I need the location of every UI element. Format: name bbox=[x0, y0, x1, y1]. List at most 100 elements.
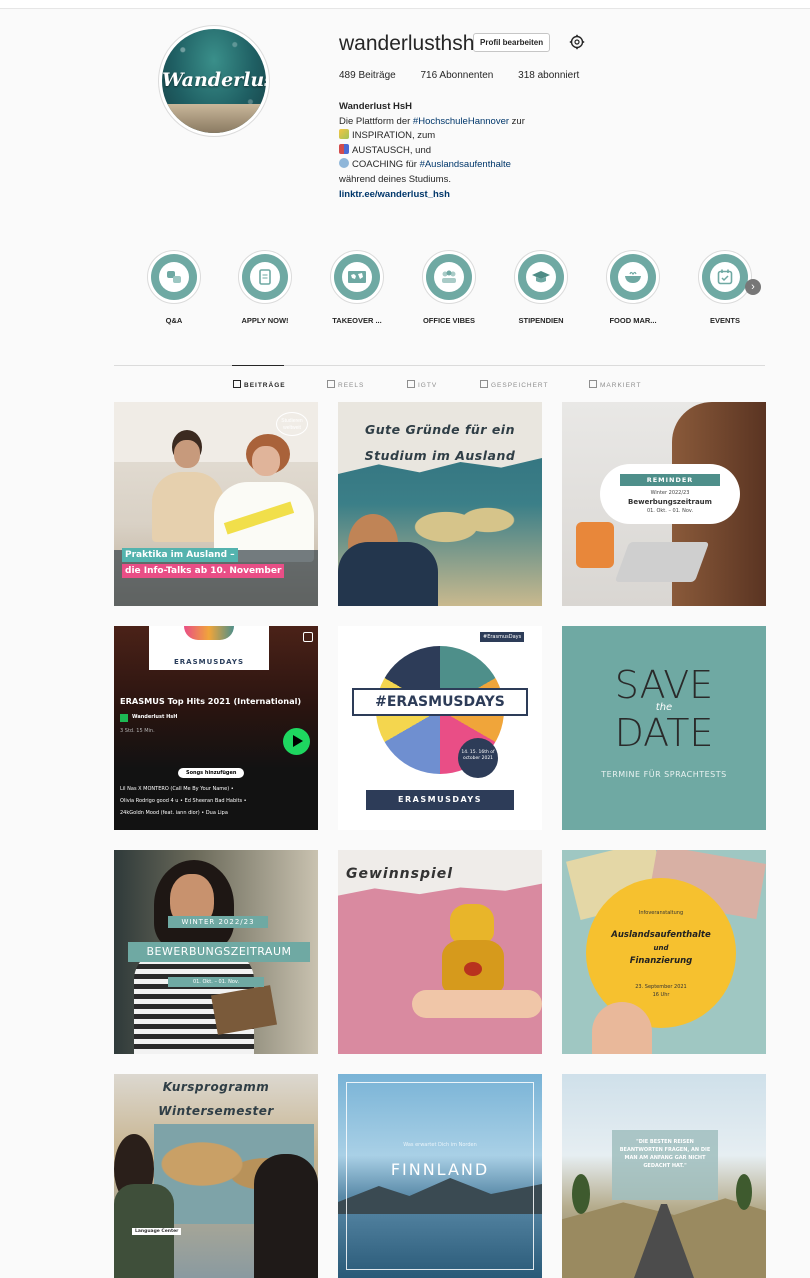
post-caption: BEWERBUNGSZEITRAUM bbox=[128, 942, 310, 962]
settings-gear-icon[interactable] bbox=[569, 34, 585, 50]
hashtag-link[interactable]: #Auslandsaufenthalte bbox=[420, 159, 511, 170]
track-list: 24kGoldn Mood (feat. iann dior) • Dua Li… bbox=[120, 810, 228, 816]
highlight-label: Q&A bbox=[165, 316, 183, 325]
bio-line5: während deines Studiums. bbox=[339, 173, 451, 185]
post-caption: Gute Gründe für ein bbox=[365, 422, 515, 437]
highlight-stipendien[interactable]: STIPENDIEN bbox=[511, 250, 571, 325]
post-caption: TERMINE FÜR SPRACHTESTS bbox=[601, 770, 727, 779]
post-gewinnspiel[interactable]: Gewinnspiel bbox=[338, 850, 542, 1054]
post-caption: 01. Okt. – 01. Nov. bbox=[646, 508, 694, 514]
document-icon bbox=[259, 269, 271, 285]
active-tab-indicator bbox=[232, 365, 284, 366]
highlight-takeover[interactable]: TAKEOVER ... bbox=[327, 250, 387, 325]
qa-icon bbox=[167, 271, 181, 283]
post-footer: ERASMUSDAYS bbox=[366, 790, 514, 810]
post-quote-text: "DIE BESTEN REISEN BEANTWORTEN FRAGEN, A… bbox=[612, 1130, 718, 1200]
profile-stats: 489 Beiträge 716 Abonnenten 318 abonnier… bbox=[339, 70, 601, 81]
bio-line1-prefix: Die Plattform der bbox=[339, 115, 413, 127]
highlight-label: OFFICE VIBES bbox=[422, 316, 476, 325]
post-erasmusdays[interactable]: #ErasmusDays #ERASMUSDAYS 14. 15. 16th o… bbox=[338, 626, 542, 830]
playlist-meta: 3 Std. 15 Min. bbox=[120, 728, 155, 734]
playlist-owner: Wanderlust HsH bbox=[132, 714, 178, 720]
tab-label: IGTV bbox=[418, 382, 438, 389]
avatar-logo-text: Wanderlust bbox=[162, 68, 266, 91]
people-icon bbox=[442, 270, 456, 283]
post-banner: #ERASMUSDAYS bbox=[352, 688, 528, 716]
post-finanzierung[interactable]: Infoveranstaltung Auslandsaufenthalte un… bbox=[562, 850, 766, 1054]
post-caption: Studium im Ausland bbox=[364, 448, 516, 463]
post-kursprogramm[interactable]: Kursprogramm Wintersemester Language Cen… bbox=[114, 1074, 318, 1278]
edit-profile-button[interactable]: Profil bearbeiten bbox=[473, 33, 551, 52]
profile-bio: Wanderlust HsH Die Plattform der #Hochsc… bbox=[339, 100, 525, 202]
following-count[interactable]: 318 abonniert bbox=[518, 70, 579, 81]
highlight-office-vibes[interactable]: OFFICE VIBES bbox=[419, 250, 479, 325]
post-badge: Studieren weltweit bbox=[276, 412, 308, 436]
tab-label: BEITRÄGE bbox=[244, 382, 286, 389]
post-gute-gruende[interactable]: Gute Gründe für ein Studium im Ausland bbox=[338, 402, 542, 606]
people-emoji-icon bbox=[339, 143, 349, 154]
tab-label: GESPEICHERT bbox=[491, 382, 549, 389]
post-caption: 16 Uhr bbox=[652, 992, 670, 998]
bio-line4-prefix: COACHING für bbox=[352, 159, 420, 171]
post-caption: Infoveranstaltung bbox=[638, 910, 684, 916]
post-caption: Winter 2022/23 bbox=[650, 490, 690, 496]
post-save-the-date[interactable]: SAVE the DATE TERMINE FÜR SPRACHTESTS bbox=[562, 626, 766, 830]
highlight-food-market[interactable]: FOOD MAR... bbox=[603, 250, 663, 325]
post-caption: Language Center bbox=[132, 1228, 182, 1235]
highlight-qa[interactable]: Q&A bbox=[144, 250, 204, 325]
food-bowl-icon bbox=[625, 271, 641, 283]
highlight-apply-now[interactable]: APPLY NOW! bbox=[235, 250, 295, 325]
post-praktika[interactable]: Studieren weltweit Praktika im Ausland –… bbox=[114, 402, 318, 606]
post-bewerbungszeitraum[interactable]: WINTER 2022/23 BEWERBUNGSZEITRAUM 01. Ok… bbox=[114, 850, 318, 1054]
post-erasmus-playlist[interactable]: ERASMUSDAYS ERASMUS Top Hits 2021 (Inter… bbox=[114, 626, 318, 830]
post-caption: Was erwartet Dich im Norden bbox=[403, 1142, 477, 1148]
post-caption: die Info-Talks ab 10. November bbox=[122, 564, 285, 578]
post-caption: 23. September 2021 bbox=[635, 984, 687, 990]
grid-icon bbox=[233, 380, 241, 388]
post-tag: #ErasmusDays bbox=[480, 632, 525, 642]
bio-website-link[interactable]: linktr.ee/wanderlust_hsh bbox=[339, 188, 525, 203]
bio-line3: AUSTAUSCH, und bbox=[352, 144, 432, 156]
tab-tagged[interactable]: MARKIERT bbox=[589, 380, 641, 389]
highlight-label: TAKEOVER ... bbox=[332, 316, 382, 325]
bio-line1-suffix: zur bbox=[509, 115, 525, 127]
highlight-label: EVENTS bbox=[709, 316, 740, 325]
tab-posts[interactable]: BEITRÄGE bbox=[233, 380, 286, 389]
tab-igtv[interactable]: IGTV bbox=[407, 380, 437, 389]
chevron-right-icon[interactable]: › bbox=[745, 279, 761, 295]
followers-count[interactable]: 716 Abonnenten bbox=[421, 70, 494, 81]
tabs-divider bbox=[114, 365, 765, 366]
post-caption: Gewinnspiel bbox=[346, 866, 454, 882]
tab-saved[interactable]: GESPEICHERT bbox=[480, 380, 548, 389]
post-header: ERASMUSDAYS bbox=[174, 658, 244, 666]
post-caption: Wintersemester bbox=[158, 1104, 274, 1118]
post-caption: WINTER 2022/23 bbox=[168, 916, 268, 928]
hashtag-link[interactable]: #HochschuleHannover bbox=[413, 116, 509, 127]
magnifier-emoji-icon bbox=[339, 158, 349, 169]
calendar-icon bbox=[717, 269, 733, 285]
igtv-icon bbox=[407, 380, 415, 388]
profile-avatar[interactable]: Wanderlust bbox=[158, 25, 270, 137]
bookmark-icon bbox=[480, 380, 488, 388]
highlight-label: FOOD MAR... bbox=[609, 316, 657, 325]
post-reminder[interactable]: REMINDER Winter 2022/23 Bewerbungszeitra… bbox=[562, 402, 766, 606]
highlight-label: APPLY NOW! bbox=[241, 316, 289, 325]
sparkle-emoji-icon bbox=[339, 129, 349, 140]
post-quote[interactable]: "DIE BESTEN REISEN BEANTWORTEN FRAGEN, A… bbox=[562, 1074, 766, 1278]
map-icon bbox=[348, 271, 366, 283]
bio-name: Wanderlust HsH bbox=[339, 101, 413, 112]
post-caption: Praktika im Ausland – bbox=[122, 548, 238, 562]
tag-icon bbox=[589, 380, 597, 388]
reel-icon bbox=[303, 632, 313, 642]
post-finnland[interactable]: Was erwartet Dich im Norden FINNLAND bbox=[338, 1074, 542, 1278]
tab-label: MARKIERT bbox=[600, 382, 642, 389]
posts-count: 489 Beiträge bbox=[339, 70, 396, 81]
post-caption: SAVE bbox=[614, 663, 714, 707]
post-caption: Auslandsaufenthalte bbox=[611, 930, 711, 940]
tab-reels[interactable]: REELS bbox=[327, 380, 364, 389]
track-list: Lil Nas X MONTERO (Call Me By Your Name)… bbox=[120, 786, 234, 792]
post-caption: Bewerbungszeitraum bbox=[628, 498, 712, 506]
post-dates: 14. 15. 16th of october 2021 bbox=[458, 738, 498, 778]
post-caption: DATE bbox=[614, 711, 714, 755]
post-badge: REMINDER bbox=[620, 474, 720, 486]
